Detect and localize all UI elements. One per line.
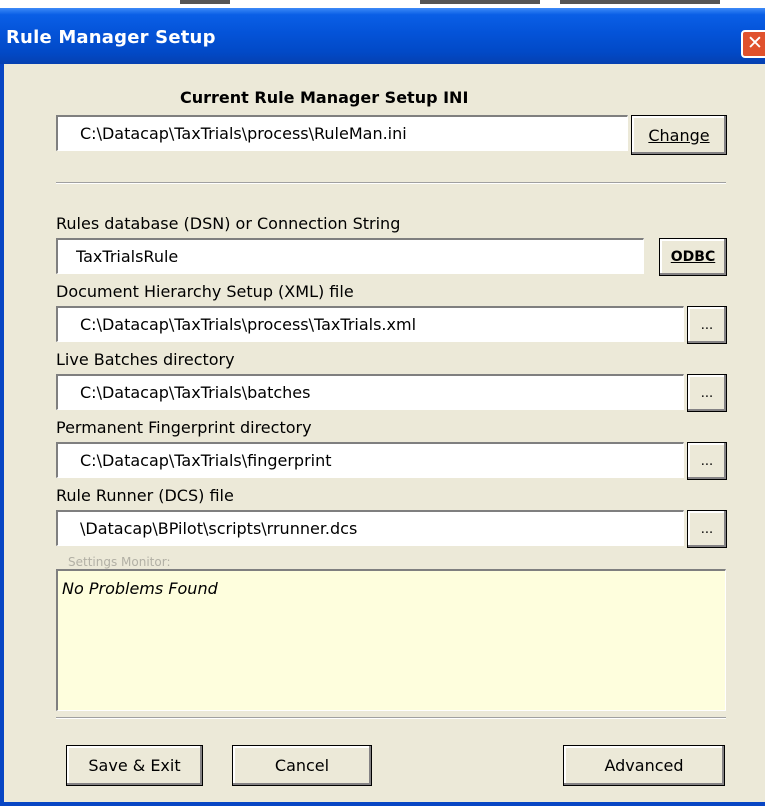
ini-heading: Current Rule Manager Setup INI [180,88,469,107]
cancel-button[interactable]: Cancel [232,745,372,786]
background-window-strip [0,0,765,8]
batches-browse-button[interactable]: ... [687,374,727,412]
runner-field[interactable] [56,510,684,546]
change-button-label: Change [648,125,710,145]
window-title: Rule Manager Setup [6,27,216,48]
runner-label: Rule Runner (DCS) file [56,486,234,505]
dsn-field[interactable] [56,238,644,274]
title-bar[interactable]: Rule Manager Setup ✕ [0,8,765,64]
separator-bottom [56,717,726,719]
batches-field[interactable] [56,374,684,410]
odbc-button-label: ODBC [670,249,716,265]
advanced-button[interactable]: Advanced [563,745,725,786]
hierarchy-browse-button[interactable]: ... [687,306,727,344]
settings-monitor-label: Settings Monitor: [68,555,171,569]
settings-monitor: No Problems Found [56,569,726,711]
window-frame-left [0,64,4,806]
hierarchy-field[interactable] [56,306,684,342]
separator-top [56,182,726,184]
runner-browse-button[interactable]: ... [687,510,727,548]
close-icon: ✕ [747,32,763,54]
fingerprint-label: Permanent Fingerprint directory [56,418,312,437]
dsn-label: Rules database (DSN) or Connection Strin… [56,214,401,233]
fingerprint-field[interactable] [56,442,684,478]
save-exit-button[interactable]: Save & Exit [66,745,203,786]
change-button[interactable]: Change [631,115,727,155]
ini-path-field[interactable] [56,115,628,151]
window-frame-bottom [0,802,765,806]
hierarchy-label: Document Hierarchy Setup (XML) file [56,282,354,301]
odbc-button[interactable]: ODBC [659,238,727,276]
close-button[interactable]: ✕ [741,30,765,58]
batches-label: Live Batches directory [56,350,235,369]
settings-monitor-message: No Problems Found [62,579,218,598]
fingerprint-browse-button[interactable]: ... [687,442,727,480]
